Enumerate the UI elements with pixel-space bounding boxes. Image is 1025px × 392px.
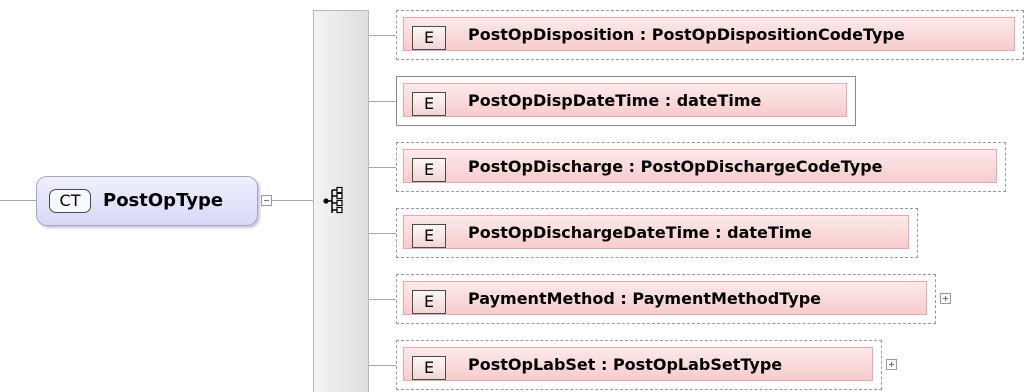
element-node-postopdischarge[interactable]: E PostOpDischarge : PostOpDischargeCodeT… bbox=[396, 142, 1006, 192]
element-badge: E bbox=[412, 356, 446, 380]
element-label: PostOpDisposition : PostOpDispositionCod… bbox=[468, 25, 905, 44]
element-fill: E PostOpDischarge : PostOpDischargeCodeT… bbox=[403, 149, 997, 183]
element-node-paymentmethod[interactable]: E PaymentMethod : PaymentMethodType bbox=[396, 274, 936, 324]
sequence-compositor-icon[interactable] bbox=[322, 186, 362, 218]
ct-to-sequence-connector bbox=[272, 200, 313, 201]
element-badge: E bbox=[412, 158, 446, 182]
element-fill: E PostOpDischargeDateTime : dateTime bbox=[403, 215, 909, 249]
element-fill: E PaymentMethod : PaymentMethodType bbox=[403, 281, 927, 315]
child-connector bbox=[369, 365, 396, 366]
child-connector bbox=[369, 35, 396, 36]
element-node-postoplabset[interactable]: E PostOpLabSet : PostOpLabSetType bbox=[396, 340, 882, 390]
expand-toggle-icon[interactable] bbox=[886, 359, 897, 370]
child-connector bbox=[369, 233, 396, 234]
element-label: PaymentMethod : PaymentMethodType bbox=[468, 289, 821, 308]
complex-type-node[interactable]: CT PostOpType bbox=[36, 176, 258, 226]
element-badge: E bbox=[412, 290, 446, 314]
complex-type-badge: CT bbox=[49, 189, 91, 213]
element-node-postopdispdatetime[interactable]: E PostOpDispDateTime : dateTime bbox=[396, 76, 856, 126]
element-fill: E PostOpDisposition : PostOpDispositionC… bbox=[403, 17, 1015, 51]
element-label: PostOpDischarge : PostOpDischargeCodeTyp… bbox=[468, 157, 883, 176]
element-node-postopdisposition[interactable]: E PostOpDisposition : PostOpDispositionC… bbox=[396, 10, 1024, 60]
element-badge: E bbox=[412, 92, 446, 116]
element-label: PostOpLabSet : PostOpLabSetType bbox=[468, 355, 783, 374]
element-fill: E PostOpDispDateTime : dateTime bbox=[403, 83, 847, 117]
element-label: PostOpDischargeDateTime : dateTime bbox=[468, 223, 812, 242]
child-connector bbox=[369, 299, 396, 300]
element-node-postopdischargedatetime[interactable]: E PostOpDischargeDateTime : dateTime bbox=[396, 208, 918, 258]
complex-type-name: PostOpType bbox=[103, 190, 224, 211]
expand-toggle-icon[interactable] bbox=[940, 293, 951, 304]
collapse-toggle-icon[interactable] bbox=[261, 195, 272, 206]
element-badge: E bbox=[412, 26, 446, 50]
element-fill: E PostOpLabSet : PostOpLabSetType bbox=[403, 347, 873, 381]
element-badge: E bbox=[412, 224, 446, 248]
element-label: PostOpDispDateTime : dateTime bbox=[468, 91, 762, 110]
child-connector bbox=[369, 167, 396, 168]
incoming-connector bbox=[0, 200, 36, 201]
child-connector bbox=[369, 101, 396, 102]
